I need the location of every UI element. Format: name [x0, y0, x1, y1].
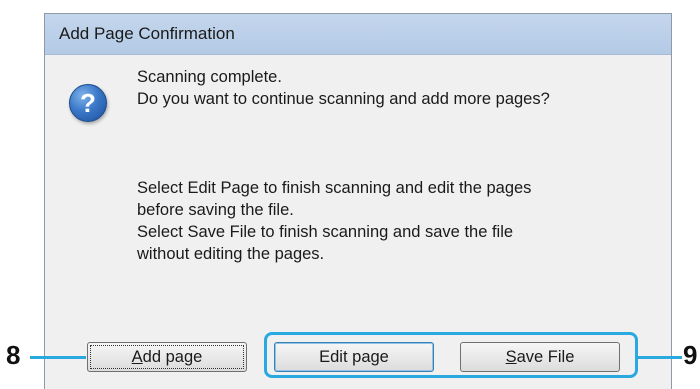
add-page-button[interactable]: Add page	[87, 342, 247, 372]
message-line: Scanning complete.	[137, 68, 282, 86]
dialog-title: Add Page Confirmation	[59, 24, 235, 43]
message-text: Scanning complete. Do you want to contin…	[137, 66, 550, 110]
instruction-line: Select Edit Page to finish scanning and …	[137, 179, 532, 197]
message-line: Do you want to continue scanning and add…	[137, 90, 550, 108]
title-bar: Add Page Confirmation	[45, 14, 671, 55]
add-page-label: dd page	[142, 348, 203, 366]
instruction-line: before saving the file.	[137, 201, 294, 219]
instruction-text: Select Edit Page to finish scanning and …	[137, 177, 531, 265]
callout-number-8: 8	[6, 340, 21, 370]
callout-line-8	[30, 356, 86, 359]
instruction-line: without editing the pages.	[137, 245, 325, 263]
callout-line-9	[638, 356, 682, 359]
callout-highlight-box	[264, 332, 638, 378]
callout-number-9: 9	[683, 340, 698, 370]
question-icon: ?	[69, 84, 107, 122]
instruction-line: Select Save File to finish scanning and …	[137, 223, 514, 241]
add-page-mnemonic: A	[131, 348, 143, 366]
